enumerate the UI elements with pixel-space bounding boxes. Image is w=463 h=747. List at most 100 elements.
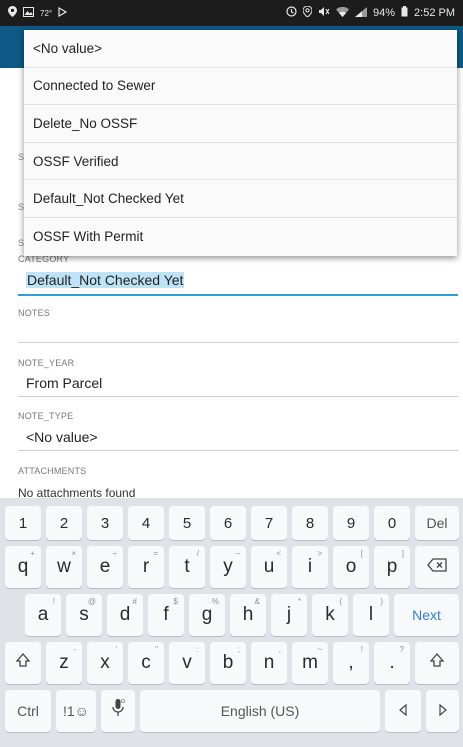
dropdown-option[interactable]: Default_Not Checked Yet: [24, 180, 457, 218]
key-hint: ;: [237, 645, 240, 654]
key-6[interactable]: 6: [210, 506, 246, 540]
key-r[interactable]: r =: [128, 546, 164, 588]
key-char: ,: [348, 652, 354, 673]
key-hint: %: [211, 597, 219, 606]
shift-icon: [15, 652, 31, 674]
category-field[interactable]: Default_Not Checked Yet: [26, 272, 185, 288]
microphone-icon: [111, 698, 125, 724]
key-char: n: [263, 652, 275, 673]
note-type-field[interactable]: <No value>: [26, 429, 98, 445]
right-arrow-key[interactable]: [426, 690, 459, 732]
key-o[interactable]: o[: [333, 546, 369, 588]
key-1[interactable]: 1: [5, 506, 41, 540]
clock: 2:52 PM: [414, 7, 455, 19]
key-hint: ×: [71, 549, 76, 558]
voice-input-key[interactable]: [101, 690, 135, 732]
dropdown-option[interactable]: OSSF With Permit: [24, 218, 457, 256]
key-f[interactable]: f $: [148, 594, 184, 636]
key-i[interactable]: i >: [292, 546, 328, 588]
left-arrow-key[interactable]: [385, 690, 421, 732]
key-period[interactable]: .?: [374, 642, 410, 684]
shift-key-right[interactable]: [415, 642, 459, 684]
key-2[interactable]: 2: [46, 506, 82, 540]
dropdown-option[interactable]: Delete_No OSSF: [24, 105, 457, 143]
key-c[interactable]: c ": [128, 642, 164, 684]
sync-icon: [286, 6, 297, 20]
key-5[interactable]: 5: [169, 506, 205, 540]
key-hint: :: [196, 645, 199, 654]
key-d[interactable]: d #: [107, 594, 143, 636]
key-char: e: [99, 556, 111, 577]
symbols-key[interactable]: !1☺: [56, 690, 96, 732]
status-right: 94% 2:52 PM: [286, 5, 455, 20]
notes-underline: [18, 342, 458, 343]
backspace-icon: [427, 556, 447, 578]
ctrl-key[interactable]: Ctrl: [5, 690, 51, 732]
key-l[interactable]: l): [353, 594, 389, 636]
mute-icon: [318, 6, 330, 20]
key-hint: &: [254, 597, 260, 606]
key-t[interactable]: t /: [169, 546, 205, 588]
next-key[interactable]: Next: [394, 594, 459, 636]
key-p[interactable]: p]: [374, 546, 410, 588]
key-n[interactable]: n,: [251, 642, 287, 684]
delete-key[interactable]: Del: [415, 506, 459, 540]
key-hint: <: [276, 549, 281, 558]
location-icon: [302, 5, 313, 20]
key-hint: #: [132, 597, 137, 606]
dropdown-option[interactable]: OSSF Verified: [24, 143, 457, 181]
key-char: z: [59, 652, 69, 673]
key-hint: $: [173, 597, 178, 606]
key-m[interactable]: m ~: [292, 642, 328, 684]
signal-icon: [355, 6, 367, 20]
key-char: a: [37, 604, 49, 625]
key-hint: /: [196, 549, 199, 558]
dropdown-option[interactable]: Connected to Sewer: [24, 68, 457, 106]
key-a[interactable]: a!: [25, 594, 61, 636]
note-type-label: NOTE_TYPE: [18, 411, 74, 421]
key-hint: @: [87, 597, 96, 606]
key-w[interactable]: w ×: [46, 546, 82, 588]
key-4[interactable]: 4: [128, 506, 164, 540]
key-char: s: [79, 604, 89, 625]
left-arrow-icon: [398, 700, 408, 722]
note-year-field[interactable]: From Parcel: [26, 375, 102, 391]
key-x[interactable]: x ': [87, 642, 123, 684]
key-char: y: [223, 556, 233, 577]
note-year-underline: [18, 396, 458, 397]
backspace-key[interactable]: [415, 546, 459, 588]
dropdown-option[interactable]: <No value>: [24, 30, 457, 68]
key-3[interactable]: 3: [87, 506, 123, 540]
key-j[interactable]: j *: [271, 594, 307, 636]
key-v[interactable]: v:: [169, 642, 205, 684]
key-e[interactable]: e ÷: [87, 546, 123, 588]
key-g[interactable]: g%: [189, 594, 225, 636]
key-comma[interactable]: ,!: [333, 642, 369, 684]
shift-key[interactable]: [5, 642, 41, 684]
key-hint: +: [30, 549, 35, 558]
key-k[interactable]: k(: [312, 594, 348, 636]
key-q[interactable]: q +: [5, 546, 41, 588]
space-key[interactable]: English (US): [140, 690, 380, 732]
key-hint: *: [297, 597, 301, 606]
key-7[interactable]: 7: [251, 506, 287, 540]
key-b[interactable]: b;: [210, 642, 246, 684]
image-icon: [23, 6, 34, 20]
key-y[interactable]: y –: [210, 546, 246, 588]
key-h[interactable]: h &: [230, 594, 266, 636]
location-icon: [8, 6, 17, 20]
key-char: c: [141, 652, 151, 673]
key-s[interactable]: s @: [66, 594, 102, 636]
notes-field[interactable]: [26, 324, 456, 342]
key-9[interactable]: 9: [333, 506, 369, 540]
status-left: 72°: [8, 6, 68, 20]
key-u[interactable]: u <: [251, 546, 287, 588]
note-type-underline: [18, 450, 458, 451]
key-0[interactable]: 0: [374, 506, 410, 540]
key-hint: (: [339, 597, 342, 606]
key-8[interactable]: 8: [292, 506, 328, 540]
key-char: w: [57, 556, 71, 577]
key-z[interactable]: z-: [46, 642, 82, 684]
attachments-label: ATTACHMENTS: [18, 466, 87, 476]
key-char: b: [222, 652, 234, 673]
